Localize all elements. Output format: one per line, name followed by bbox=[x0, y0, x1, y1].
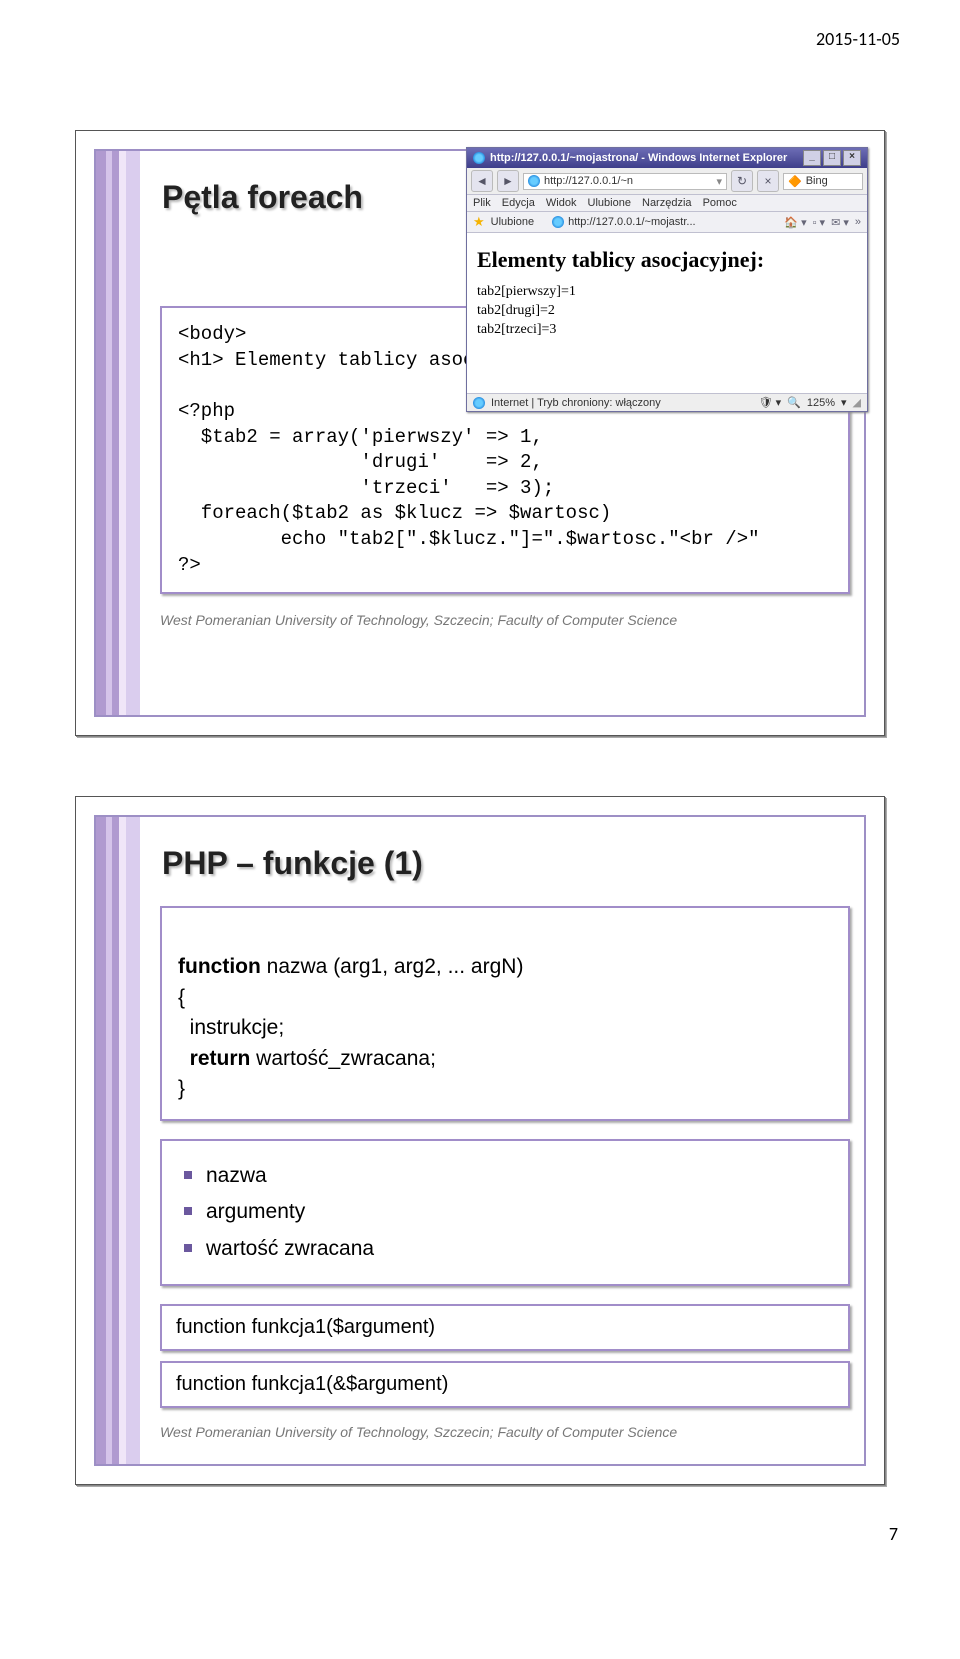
bullet-nazwa: nazwa bbox=[178, 1161, 832, 1191]
slide-title: PHP – funkcje (1) bbox=[162, 845, 850, 882]
minimize-button[interactable]: _ bbox=[803, 150, 821, 166]
def-line-1: nazwa (arg1, arg2, ... argN) bbox=[267, 955, 524, 978]
bullet-label: argumenty bbox=[206, 1197, 305, 1227]
close-button[interactable]: × bbox=[843, 150, 861, 166]
window-title: http://127.0.0.1/~mojastrona/ - Windows … bbox=[490, 152, 787, 164]
page-number: 7 bbox=[889, 1523, 898, 1545]
back-button[interactable]: ◄ bbox=[471, 170, 493, 192]
mail-icon[interactable]: ✉ ▾ bbox=[831, 216, 849, 229]
bullet-label: wartość zwracana bbox=[206, 1234, 374, 1264]
protected-icon: 🛡 ▾ bbox=[759, 396, 782, 409]
bullet-icon bbox=[184, 1244, 192, 1252]
refresh-button[interactable]: ↻ bbox=[731, 170, 753, 192]
menu-ulubione[interactable]: Ulubione bbox=[588, 197, 631, 209]
chevron-icon[interactable]: » bbox=[855, 216, 861, 228]
side-strip bbox=[96, 151, 140, 715]
home-icon[interactable]: 🏠 ▾ bbox=[784, 216, 806, 229]
slide-1: http://127.0.0.1/~mojastrona/ - Windows … bbox=[75, 130, 885, 736]
zoom-icon[interactable]: 🔍 bbox=[787, 396, 801, 409]
bullets-box: nazwa argumenty wartość zwracana bbox=[160, 1139, 850, 1286]
menu-plik[interactable]: Plik bbox=[473, 197, 491, 209]
signature-1: function funkcja1($argument) bbox=[160, 1304, 850, 1351]
search-box[interactable]: 🔶 Bing bbox=[783, 173, 863, 190]
search-provider: Bing bbox=[806, 175, 828, 187]
side-strip bbox=[96, 817, 140, 1464]
menu-narzedzia[interactable]: Narzędzia bbox=[642, 197, 692, 209]
zoom-value: 125% bbox=[807, 397, 835, 409]
site-icon bbox=[528, 175, 540, 187]
status-bar: Internet | Tryb chroniony: włączony 🛡 ▾ … bbox=[467, 393, 867, 411]
menu-widok[interactable]: Widok bbox=[546, 197, 577, 209]
nav-toolbar: ◄ ► http://127.0.0.1/~n ▾ ↻ × 🔶 Bing bbox=[467, 168, 867, 195]
star-icon[interactable]: ★ bbox=[473, 214, 485, 230]
bullet-argumenty: argumenty bbox=[178, 1197, 832, 1227]
ie-icon bbox=[473, 152, 485, 164]
status-text: Internet | Tryb chroniony: włączony bbox=[491, 397, 661, 409]
slide-2: PHP – funkcje (1) function nazwa (arg1, … bbox=[75, 796, 885, 1485]
bullet-icon bbox=[184, 1171, 192, 1179]
address-bar[interactable]: http://127.0.0.1/~n ▾ bbox=[523, 173, 727, 190]
def-line-5: } bbox=[178, 1077, 185, 1100]
stop-button[interactable]: × bbox=[757, 170, 779, 192]
feeds-icon[interactable]: ▫ ▾ bbox=[813, 216, 825, 229]
output-line-1: tab2[pierwszy]=1 bbox=[477, 283, 857, 302]
browser-window: http://127.0.0.1/~mojastrona/ - Windows … bbox=[466, 147, 868, 412]
def-line-4-rest: wartość_zwracana; bbox=[250, 1047, 436, 1070]
output-line-3: tab2[trzeci]=3 bbox=[477, 321, 857, 340]
menu-edycja[interactable]: Edycja bbox=[502, 197, 535, 209]
zoom-dropdown[interactable]: ▾ bbox=[841, 396, 847, 409]
signature-2: function funkcja1(&$argument) bbox=[160, 1361, 850, 1408]
menu-bar: Plik Edycja Widok Ulubione Narzędzia Pom… bbox=[467, 195, 867, 212]
def-line-2: { bbox=[178, 986, 185, 1009]
menu-pomoc[interactable]: Pomoc bbox=[703, 197, 737, 209]
page-heading: Elementy tablicy asocjacyjnej: bbox=[477, 247, 857, 273]
header-date: 2015-11-05 bbox=[816, 28, 900, 50]
favorites-row: ★ Ulubione http://127.0.0.1/~mojastr... … bbox=[467, 212, 867, 233]
def-line-3: instrukcje; bbox=[178, 1016, 284, 1039]
output-line-2: tab2[drugi]=2 bbox=[477, 302, 857, 321]
function-def-box: function nazwa (arg1, arg2, ... argN) { … bbox=[160, 906, 850, 1121]
bullet-icon bbox=[184, 1207, 192, 1215]
tab-title[interactable]: http://127.0.0.1/~mojastr... bbox=[568, 216, 696, 228]
browser-titlebar: http://127.0.0.1/~mojastrona/ - Windows … bbox=[467, 148, 867, 168]
return-keyword: return bbox=[178, 1047, 250, 1070]
favorites-label[interactable]: Ulubione bbox=[491, 216, 534, 228]
slide-footer: West Pomeranian University of Technology… bbox=[160, 612, 850, 628]
zone-icon bbox=[473, 397, 485, 409]
browser-viewport: Elementy tablicy asocjacyjnej: tab2[pier… bbox=[467, 233, 867, 393]
bullet-label: nazwa bbox=[206, 1161, 267, 1191]
slide-footer: West Pomeranian University of Technology… bbox=[160, 1424, 850, 1440]
tab-icon bbox=[552, 216, 564, 228]
address-text: http://127.0.0.1/~n bbox=[544, 175, 633, 187]
bullet-wartosc: wartość zwracana bbox=[178, 1234, 832, 1264]
forward-button[interactable]: ► bbox=[497, 170, 519, 192]
maximize-button[interactable]: □ bbox=[823, 150, 841, 166]
resize-grip[interactable]: ◢ bbox=[853, 396, 861, 409]
